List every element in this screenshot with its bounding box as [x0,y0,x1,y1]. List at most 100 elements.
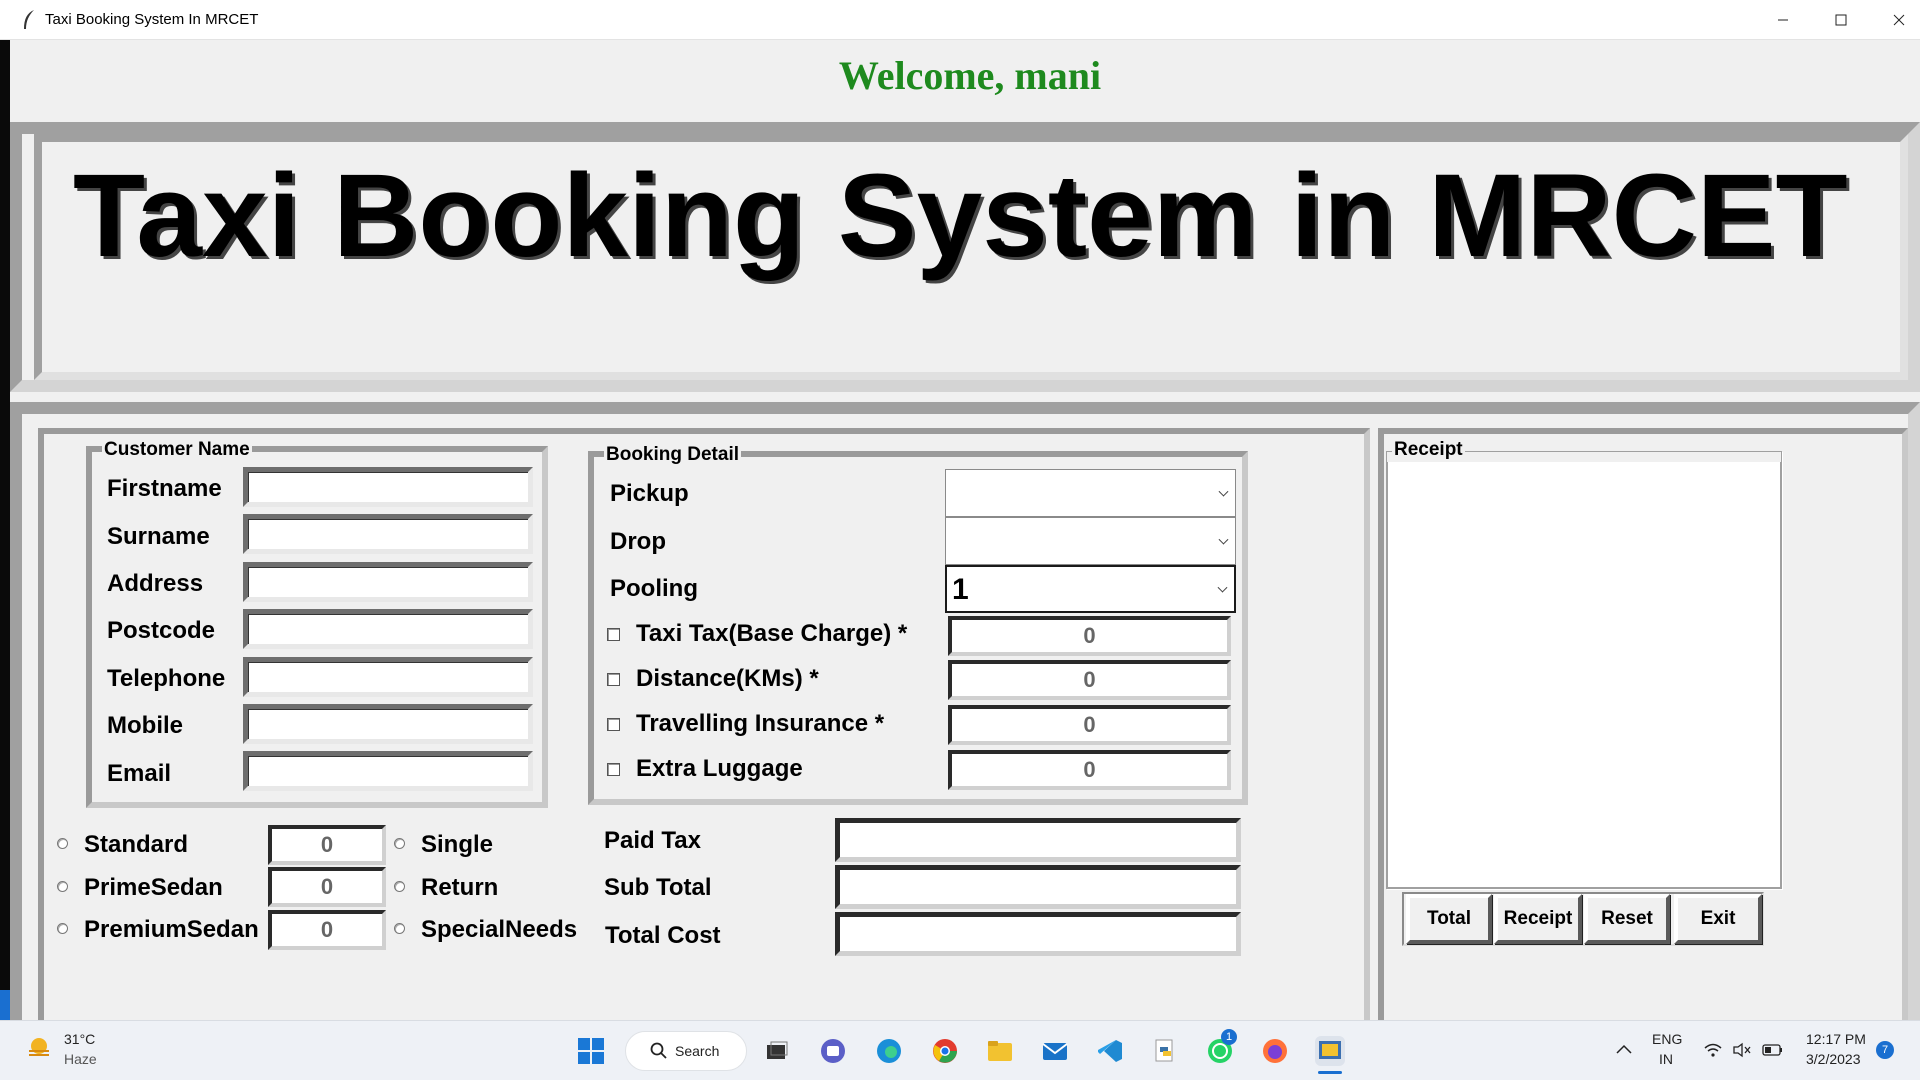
weather-widget[interactable] [24,1033,54,1063]
clock-date[interactable]: 3/2/2023 [1806,1051,1861,1067]
firstname-input[interactable] [243,467,533,507]
notification-badge[interactable]: 7 [1876,1041,1894,1059]
premiumsedan-label: PremiumSedan [84,916,259,943]
pooling-label: Pooling [610,575,698,602]
telephone-input[interactable] [243,657,533,697]
distance-label: Distance(KMs) * [636,665,819,692]
distance-input[interactable]: 0 [948,660,1231,700]
pickup-label: Pickup [610,480,689,507]
welcome-label: Welcome, mani [838,53,1102,98]
python-idle-icon[interactable] [1150,1036,1180,1066]
single-label: Single [421,831,494,858]
primesedan-input[interactable]: 0 [268,867,386,907]
booking-group-title: Booking Detail [604,444,742,466]
minimize-icon [1778,19,1788,21]
total-cost-label: Total Cost [605,922,721,949]
active-app-indicator [1318,1071,1342,1074]
mobile-label: Mobile [107,712,183,739]
chevron-down-icon[interactable] [1217,582,1228,593]
firefox-icon[interactable] [1260,1036,1290,1066]
total-cost-input[interactable] [835,912,1241,956]
wifi-icon[interactable] [1703,1042,1723,1063]
mobile-input[interactable] [243,704,533,744]
postcode-label: Postcode [107,617,216,644]
email-label: Email [107,760,172,787]
single-radio[interactable] [394,838,405,849]
language-bottom: IN [1659,1051,1673,1067]
specialneeds-label: SpecialNeeds [421,916,578,943]
standard-radio[interactable] [57,838,68,849]
battery-icon[interactable] [1762,1043,1784,1062]
pooling-value: 1 [952,573,969,606]
clock-time[interactable]: 12:17 PM [1806,1031,1866,1047]
taxi-tax-checkbox[interactable] [607,628,620,641]
premiumsedan-input[interactable]: 0 [268,910,386,950]
insurance-checkbox[interactable] [607,718,620,731]
language-top: ENG [1652,1031,1683,1047]
drop-combobox[interactable] [945,517,1236,565]
luggage-checkbox[interactable] [607,763,620,776]
teams-chat-icon[interactable] [818,1036,848,1066]
distance-checkbox[interactable] [607,673,620,686]
receipt-text-area[interactable] [1386,451,1782,889]
chevron-down-icon[interactable] [1218,486,1229,497]
title-bar [0,0,1920,40]
file-explorer-icon[interactable] [985,1036,1015,1066]
primesedan-radio[interactable] [57,881,68,892]
address-label: Address [107,570,204,597]
taxi-tax-input[interactable]: 0 [948,616,1231,656]
edge-icon[interactable] [874,1036,904,1066]
exit-button[interactable]: Exit [1674,894,1762,944]
luggage-label: Extra Luggage [636,755,803,782]
receipt-title: Receipt [1392,439,1465,461]
sub-total-input[interactable] [835,865,1241,909]
premiumsedan-radio[interactable] [57,923,68,934]
receipt-button[interactable]: Receipt [1494,894,1582,944]
maximize-button[interactable] [1812,0,1870,40]
reset-button[interactable]: Reset [1584,894,1670,944]
pooling-combobox[interactable]: 1 [945,565,1236,613]
show-hidden-icons-button[interactable] [1615,1042,1633,1061]
surname-input[interactable] [243,514,533,554]
address-input[interactable] [243,562,533,602]
sun-haze-icon [29,1038,49,1056]
minimize-button[interactable] [1754,0,1812,40]
specialneeds-radio[interactable] [394,923,405,934]
standard-input[interactable]: 0 [268,825,386,865]
task-view-icon[interactable] [762,1036,792,1066]
chrome-icon[interactable] [930,1036,960,1066]
left-edge-strip [0,40,10,1020]
app-title: Taxi Booking System in MRCET [73,150,1848,282]
insurance-input[interactable]: 0 [948,705,1231,745]
email-input[interactable] [243,751,533,791]
search-icon [650,1042,667,1059]
volume-muted-icon[interactable] [1732,1042,1752,1063]
customer-group-title: Customer Name [102,439,252,461]
taskbar-search[interactable]: Search [625,1031,747,1071]
window-title: Taxi Booking System In MRCET [45,11,259,28]
weather-desc: Haze [64,1051,97,1067]
maximize-icon [1835,14,1847,26]
luggage-input[interactable]: 0 [948,750,1231,790]
python-app-icon[interactable] [1315,1036,1345,1066]
chevron-up-icon [1616,1044,1632,1054]
left-edge-accent [0,990,10,1020]
paid-tax-label: Paid Tax [604,827,701,854]
weather-temp: 31°C [64,1031,96,1047]
pickup-combobox[interactable] [945,469,1236,517]
chevron-down-icon[interactable] [1218,534,1229,545]
paid-tax-input[interactable] [835,818,1241,862]
sub-total-label: Sub Total [604,874,712,901]
return-radio[interactable] [394,881,405,892]
postcode-input[interactable] [243,609,533,649]
total-button[interactable]: Total [1406,894,1492,944]
standard-label: Standard [84,831,189,858]
mail-icon[interactable] [1040,1036,1070,1066]
insurance-label: Travelling Insurance * [636,710,885,737]
feather-icon [24,10,34,29]
search-label: Search [675,1043,720,1059]
vscode-icon[interactable] [1095,1036,1125,1066]
start-button[interactable] [576,1036,606,1066]
close-icon [1893,14,1905,26]
close-button[interactable] [1870,0,1920,40]
